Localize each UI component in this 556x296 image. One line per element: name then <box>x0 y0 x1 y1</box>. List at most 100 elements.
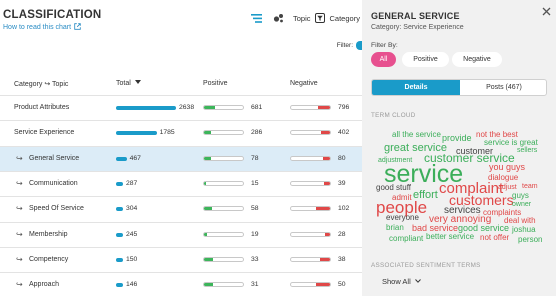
negative-value: 102 <box>338 205 350 213</box>
table-row[interactable]: Product Attributes 2638 681 796 <box>0 96 362 121</box>
term-cloud-word[interactable]: good stuff <box>376 184 411 192</box>
negative-bar <box>290 231 331 237</box>
subrow-arrow-icon: ↪ <box>16 153 23 163</box>
term-cloud-word[interactable]: compliant <box>389 235 423 243</box>
term-cloud-word[interactable]: person <box>518 236 542 244</box>
positive-bar <box>203 180 244 186</box>
total-bar <box>116 283 123 288</box>
positive-bar <box>203 130 244 136</box>
total-bar <box>116 181 123 186</box>
subrow-arrow-icon: ↪ <box>16 280 23 290</box>
funnel-icon[interactable] <box>314 12 326 24</box>
negative-bar <box>290 105 331 110</box>
subrow-arrow-icon: ↪ <box>16 254 23 264</box>
positive-bar <box>203 155 244 161</box>
classification-app: CLASSIFICATION How to read this chart To… <box>0 0 556 296</box>
term-cloud-word[interactable]: better service <box>426 233 474 241</box>
term-cloud-word[interactable]: guys <box>512 192 529 200</box>
positive-bar <box>203 282 244 288</box>
table-row[interactable]: ↪ Communication 287 15 39 <box>0 172 362 197</box>
col-positive[interactable]: Positive <box>203 80 228 87</box>
table-row[interactable]: ↪ Competency 150 33 38 <box>0 248 362 273</box>
show-all-toggle[interactable]: Show All <box>382 277 421 286</box>
bars-icon[interactable] <box>250 12 262 24</box>
classification-main: CLASSIFICATION How to read this chart To… <box>0 0 362 296</box>
positive-bar <box>203 105 244 110</box>
row-name: Service Experience <box>14 129 75 137</box>
table-row[interactable]: ↪ Speed Of Service 304 58 102 <box>0 197 362 222</box>
table-row[interactable]: ↪ Approach 146 31 50 <box>0 273 362 296</box>
total-value: 2638 <box>179 104 195 111</box>
total-value: 304 <box>126 205 138 213</box>
chevron-down-icon <box>415 279 421 283</box>
subrow-arrow-icon: ↪ <box>16 229 23 239</box>
negative-value: 38 <box>338 255 346 263</box>
col-total[interactable]: Total <box>116 80 141 87</box>
term-cloud-word[interactable]: owner <box>512 201 531 208</box>
positive-bar <box>203 256 244 262</box>
positive-value: 19 <box>251 230 259 238</box>
col-negative[interactable]: Negative <box>290 80 318 87</box>
topic-toggle-label[interactable]: Topic <box>293 14 311 23</box>
term-cloud-word[interactable]: everyone <box>386 214 419 222</box>
row-name: Approach <box>29 281 59 289</box>
positive-value: 15 <box>251 179 259 187</box>
negative-value: 796 <box>338 104 350 111</box>
negative-bar-fill <box>322 156 330 160</box>
col-total-label: Total <box>116 80 131 87</box>
positive-bar-fill <box>204 181 207 185</box>
negative-bar-fill <box>320 131 330 135</box>
term-cloud-word[interactable]: you guys <box>489 163 525 172</box>
negative-bar <box>290 206 331 212</box>
filter-label: Filter: <box>336 42 353 49</box>
show-all-label: Show All <box>382 277 411 286</box>
total-bar <box>116 106 176 110</box>
positive-value: 58 <box>251 205 259 213</box>
table-header: Category ↪ Topic Total Positive Negative <box>0 80 362 90</box>
negative-bar-fill <box>324 181 330 185</box>
term-cloud-word[interactable]: all the service <box>392 131 441 139</box>
positive-bar <box>203 206 244 212</box>
term-cloud-word[interactable]: not offer <box>480 234 509 242</box>
subrow-arrow-icon: ↪ <box>16 204 23 214</box>
row-name: Communication <box>29 179 78 187</box>
negative-bar <box>290 256 331 262</box>
how-to-read-label: How to read this chart <box>3 24 72 31</box>
term-cloud-word[interactable]: adjust <box>498 184 517 191</box>
total-value: 287 <box>126 179 138 187</box>
positive-bar-fill <box>204 106 215 109</box>
term-cloud-word[interactable]: sellers <box>517 147 537 154</box>
term-cloud-word[interactable]: service is great <box>484 139 538 147</box>
positive-value: 33 <box>251 255 259 263</box>
term-cloud: all the service provide not the best great … <box>362 0 556 296</box>
negative-value: 402 <box>338 129 350 137</box>
bubbles-icon[interactable] <box>272 12 284 24</box>
row-name: Membership <box>29 230 68 238</box>
term-cloud-word[interactable]: joshua <box>512 226 536 234</box>
how-to-read-link[interactable]: How to read this chart <box>3 23 81 31</box>
term-cloud-word[interactable]: team <box>522 183 538 190</box>
view-toolbar: Topic Category <box>250 12 362 24</box>
negative-bar <box>290 282 331 288</box>
total-bar <box>116 232 123 237</box>
row-name: Speed Of Service <box>29 205 84 213</box>
filter-row: Filter: <box>337 41 362 50</box>
positive-bar-fill <box>204 207 212 211</box>
table-row[interactable]: ↪ Membership 245 19 28 <box>0 223 362 248</box>
associated-terms-heading: ASSOCIATED SENTIMENT TERMS <box>371 262 481 269</box>
page-title: CLASSIFICATION <box>3 9 102 21</box>
total-bar <box>116 257 123 262</box>
table-row[interactable]: Service Experience 1785 286 402 <box>0 121 362 146</box>
term-cloud-word[interactable]: brian <box>386 224 404 232</box>
detail-panel: GENERAL SERVICE Category: Service Experi… <box>362 0 556 296</box>
total-value: 245 <box>126 230 138 238</box>
category-toggle-label[interactable]: Category <box>330 14 360 23</box>
caret-down-icon <box>134 80 141 84</box>
col-category-topic[interactable]: Category ↪ Topic <box>14 80 68 88</box>
row-name: General Service <box>29 154 80 162</box>
positive-value: 681 <box>251 104 263 111</box>
positive-bar-fill <box>204 156 211 160</box>
negative-bar-fill <box>325 232 330 236</box>
positive-value: 78 <box>251 154 259 162</box>
table-row[interactable]: ↪ General Service 467 78 80 <box>0 146 362 172</box>
